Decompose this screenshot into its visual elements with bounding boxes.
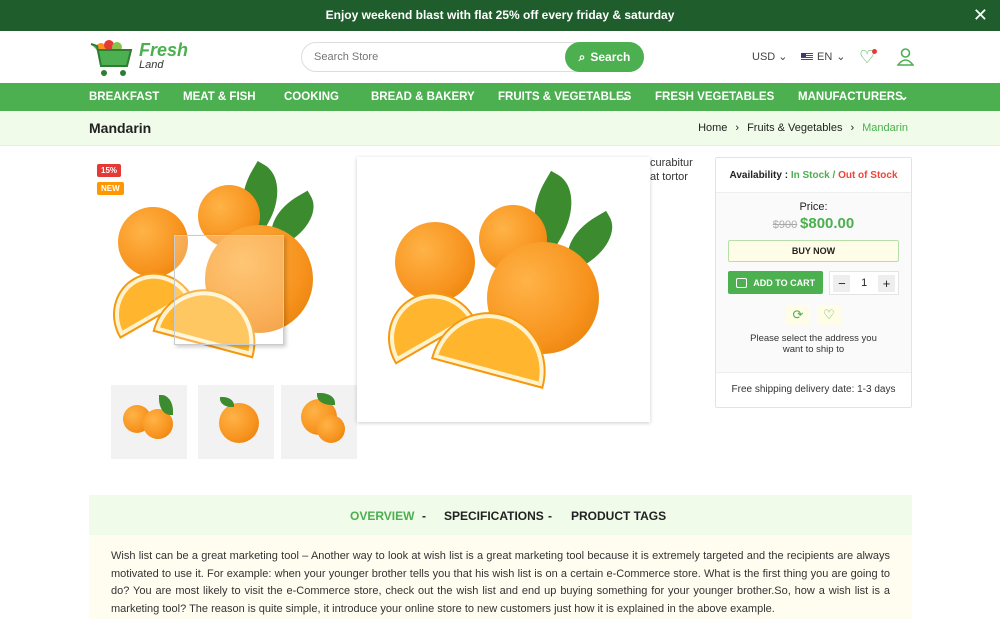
breadcrumb-category[interactable]: Fruits & Vegetables (747, 122, 842, 134)
product-main-image[interactable] (90, 157, 357, 378)
cart-icon (736, 277, 748, 288)
nav-breakfast[interactable]: BREAKFAST (89, 83, 159, 111)
availability: Availability : In Stock / Out of Stock (716, 158, 911, 193)
language-select[interactable]: EN ⌄ (801, 50, 846, 63)
breadcrumb: Home › Fruits & Vegetables › Mandarin (698, 122, 908, 134)
nav-cooking[interactable]: COOKING (284, 83, 339, 111)
nav-bread-bakery[interactable]: BREAD & BAKERY (371, 83, 475, 111)
chevron-right-icon: › (850, 122, 855, 134)
discount-badge: 15% (97, 164, 122, 177)
main-nav: BREAKFAST MEAT & FISH COOKING BREAD & BA… (0, 83, 1000, 111)
search-label: Search (590, 50, 631, 64)
shipping-info: Free shipping delivery date: 1-3 days (731, 384, 896, 395)
breadcrumb-current: Mandarin (862, 122, 908, 134)
compare-icon[interactable]: ⟳ (786, 305, 810, 325)
buy-box: Availability : In Stock / Out of Stock P… (715, 157, 912, 408)
chevron-down-icon: ⌄ (778, 51, 788, 63)
thumbnail-3[interactable] (281, 385, 357, 459)
wishlist-heart-icon[interactable]: ♡ (859, 47, 878, 68)
quantity-input[interactable]: 1 (861, 277, 867, 289)
description-text-fragment: curabitur (650, 157, 693, 169)
tab-overview[interactable]: OVERVIEW (350, 509, 414, 523)
tab-separator: - (548, 509, 552, 523)
nav-manufacturers[interactable]: MANUFACTURERS (798, 83, 903, 111)
currency-value: USD (752, 51, 776, 63)
us-flag-icon (801, 52, 813, 61)
chevron-down-icon: ⌄ (620, 91, 630, 103)
add-to-cart-label: ADD TO CART (753, 277, 816, 288)
search-icon: ⌕ (578, 49, 586, 64)
zoom-lens[interactable] (174, 235, 284, 345)
current-price: $800.00 (800, 215, 855, 232)
user-account-icon[interactable] (896, 47, 915, 71)
overview-description: Wish list can be a great marketing tool … (89, 535, 912, 619)
tab-separator: - (422, 509, 426, 523)
nav-meat-fish[interactable]: MEAT & FISH (183, 83, 256, 111)
chevron-down-icon: ⌄ (899, 91, 909, 103)
close-banner-icon[interactable]: ✕ (973, 0, 988, 31)
availability-label: Availability : (729, 170, 789, 181)
logo[interactable]: Fresh Land (89, 36, 199, 78)
quantity-stepper: − 1 + (829, 271, 899, 295)
wishlist-heart-icon[interactable]: ♡ (817, 305, 841, 325)
cart-logo-icon (90, 40, 133, 76)
chevron-down-icon: ⌄ (836, 51, 846, 63)
currency-select[interactable]: USD ⌄ (752, 50, 788, 63)
increase-quantity-button[interactable]: + (877, 274, 895, 292)
decrease-quantity-button[interactable]: − (833, 274, 851, 292)
old-price: $900 (772, 219, 798, 231)
tab-specifications[interactable]: SPECIFICATIONS (444, 509, 544, 523)
price-label: Price: (799, 201, 828, 213)
buy-now-button[interactable]: BUY NOW (728, 240, 899, 262)
nav-fruits-vegetables[interactable]: FRUITS & VEGETABLES (498, 83, 631, 111)
product-tabs: OVERVIEW - SPECIFICATIONS - PRODUCT TAGS (89, 495, 912, 535)
page-title: Mandarin (89, 120, 152, 136)
zoom-preview-panel (357, 157, 650, 422)
breadcrumb-home[interactable]: Home (698, 122, 727, 134)
logo-subtext: Land (139, 59, 164, 71)
new-badge: NEW (97, 182, 124, 195)
breadcrumb-bar: Mandarin Home › Fruits & Vegetables › Mand… (0, 111, 1000, 146)
thumbnail-2[interactable] (198, 385, 274, 459)
search-input[interactable] (314, 51, 554, 63)
language-value: EN (817, 50, 833, 63)
promo-banner: Enjoy weekend blast with flat 25% off ev… (0, 0, 1000, 31)
in-stock-status: In Stock (790, 170, 830, 181)
separator: / (832, 170, 836, 181)
logo-text: Fresh (139, 40, 189, 60)
nav-fresh-vegetables[interactable]: FRESH VEGETABLES (655, 83, 774, 111)
out-of-stock-status: Out of Stock (838, 170, 898, 181)
thumbnail-1[interactable] (111, 385, 187, 459)
address-note: Please select the address you want to sh… (750, 333, 877, 355)
search-bar: ⌕ Search (301, 42, 644, 72)
description-text-fragment: at tortor (650, 171, 688, 183)
add-to-cart-button[interactable]: ADD TO CART (728, 271, 824, 294)
chevron-right-icon: › (735, 122, 740, 134)
tab-product-tags[interactable]: PRODUCT TAGS (571, 509, 666, 523)
search-button[interactable]: ⌕ Search (565, 42, 644, 72)
